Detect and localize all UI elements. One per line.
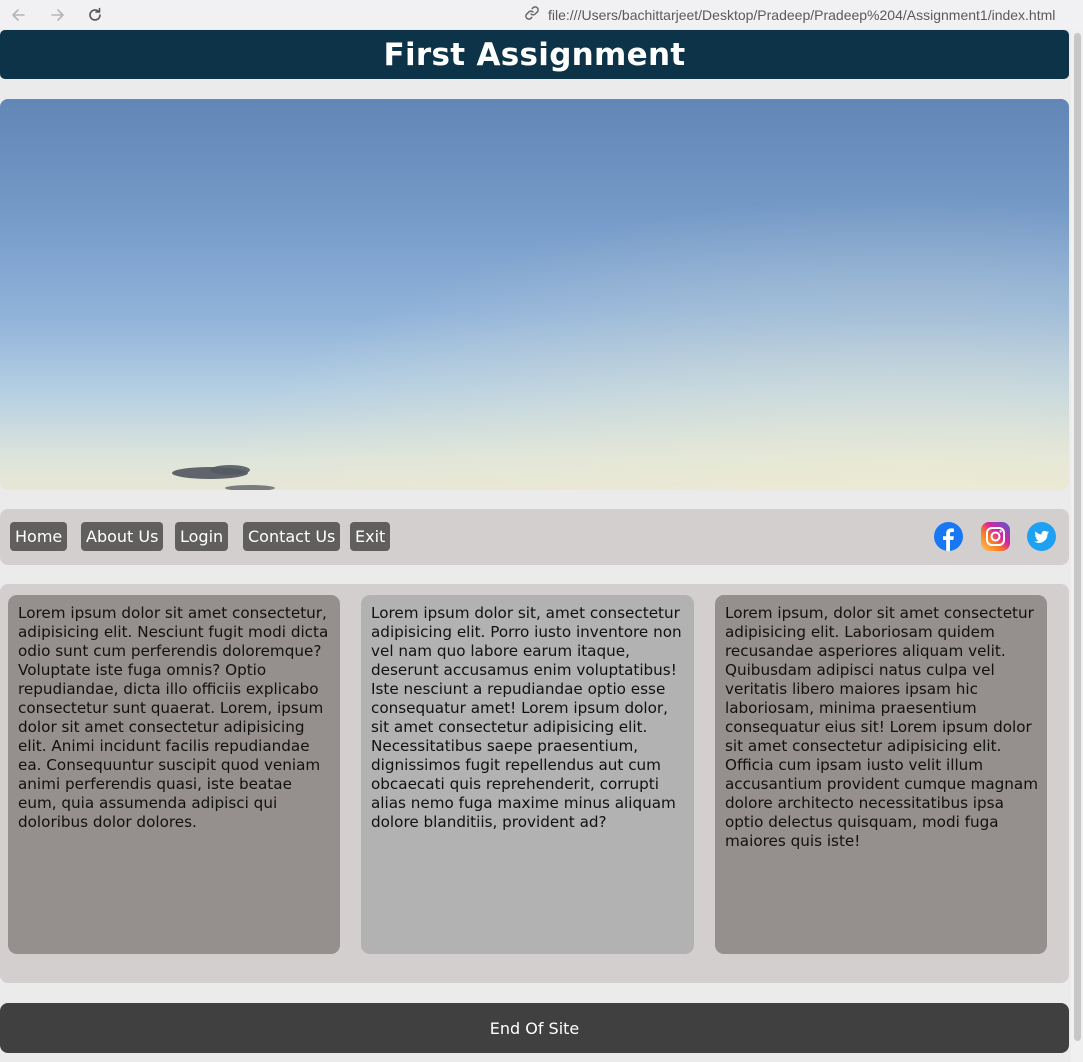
nav-exit-button[interactable]: Exit (350, 522, 391, 551)
arrow-left-icon[interactable] (10, 6, 28, 24)
link-icon (524, 5, 540, 25)
reload-icon[interactable] (86, 6, 104, 24)
facebook-icon[interactable] (934, 522, 963, 551)
page-scrollbar[interactable] (1071, 29, 1083, 1062)
nav-about-button[interactable]: About Us (81, 522, 164, 551)
content-card: Lorem ipsum, dolor sit amet consectetur … (715, 595, 1047, 954)
arrow-right-icon[interactable] (48, 6, 66, 24)
page-footer: End Of Site (0, 1003, 1069, 1053)
content-card: Lorem ipsum dolor sit, amet consectetur … (361, 595, 694, 954)
navbar: Home About Us Login Contact Us Exit (0, 509, 1069, 565)
url-text: file:///Users/bachittarjeet/Desktop/Prad… (548, 6, 1056, 23)
page-title: First Assignment (383, 36, 686, 73)
address-bar[interactable]: file:///Users/bachittarjeet/Desktop/Prad… (524, 0, 1055, 29)
cloud-shape (172, 465, 275, 490)
scrollbar-thumb[interactable] (1074, 33, 1081, 1041)
browser-toolbar: file:///Users/bachittarjeet/Desktop/Prad… (0, 0, 1083, 29)
footer-text: End Of Site (489, 1018, 580, 1038)
hero-sky-glow (0, 99, 1069, 490)
instagram-icon[interactable] (981, 522, 1010, 551)
card-text: Lorem ipsum, dolor sit amet consectetur … (725, 604, 1039, 850)
content-section: Lorem ipsum dolor sit amet consectetur, … (0, 584, 1069, 983)
page-header: First Assignment (0, 30, 1069, 79)
card-text: Lorem ipsum dolor sit, amet consectetur … (371, 604, 682, 831)
hero-image (0, 99, 1069, 490)
card-text: Lorem ipsum dolor sit amet consectetur, … (18, 604, 329, 831)
twitter-icon[interactable] (1027, 522, 1056, 551)
nav-contact-button[interactable]: Contact Us (243, 522, 341, 551)
nav-login-button[interactable]: Login (175, 522, 229, 551)
content-card: Lorem ipsum dolor sit amet consectetur, … (8, 595, 340, 954)
nav-home-button[interactable]: Home (10, 522, 68, 551)
